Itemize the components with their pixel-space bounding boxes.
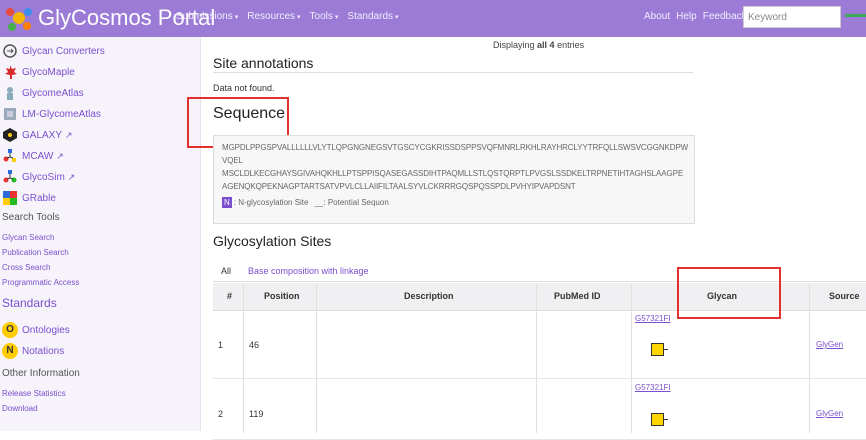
nav-submissions[interactable]: Submissions ▾ bbox=[176, 11, 238, 22]
nav-about[interactable]: About bbox=[644, 11, 670, 22]
source-link[interactable]: GlyGen bbox=[816, 409, 843, 418]
search-button-edge[interactable] bbox=[845, 14, 866, 17]
glycosim-icon bbox=[3, 170, 17, 183]
row-number: 2 bbox=[218, 409, 224, 419]
sequence-box: MGPDLPPGSPVALLLLLLVLYTLQPGNGNEGSVTGSCYCG… bbox=[213, 135, 695, 224]
n-site-badge: N bbox=[222, 197, 232, 208]
sidebar-item-glycomeatlas[interactable]: GlycomeAtlas bbox=[2, 85, 84, 101]
glycosmos-logo-icon[interactable] bbox=[4, 3, 34, 33]
sidebar-item-cross-search[interactable]: Cross Search bbox=[2, 263, 50, 272]
site-annotations-title: Site annotations bbox=[213, 55, 314, 71]
nav-standards[interactable]: Standards ▾ bbox=[347, 11, 398, 22]
atlas-icon bbox=[7, 87, 13, 100]
sidebar-item-lm-glycomeatlas[interactable]: LM-GlycomeAtlas bbox=[2, 106, 101, 122]
entries-count: Displaying all 4 entries bbox=[493, 40, 585, 50]
sidebar-item-glycomaple[interactable]: GlycoMaple bbox=[2, 64, 75, 80]
row-position: 119 bbox=[249, 409, 264, 419]
sidebar-item-programmatic-access[interactable]: Programmatic Access bbox=[2, 278, 79, 287]
sidebar-item-mcaw[interactable]: MCAW ↗ bbox=[2, 148, 64, 164]
sequence-legend: N : N-glycosylation Site __ : Potential … bbox=[222, 197, 389, 208]
potential-sequon-mark: __ bbox=[314, 198, 324, 207]
nav-resources[interactable]: Resources ▾ bbox=[247, 11, 300, 22]
sidebar-item-glycan-search[interactable]: Glycan Search bbox=[2, 233, 54, 242]
main-nav: Submissions ▾ Resources ▾ Tools ▾ Standards… bbox=[176, 11, 399, 22]
glycan-id-link[interactable]: G57321FI bbox=[635, 383, 671, 392]
highlight-box-glycan bbox=[677, 267, 781, 319]
table-row: 1 46 G57321FI GlyGen bbox=[213, 311, 866, 379]
sequence-line: MGPDLPPGSPVALLLLLLVLYTLQPGNGNEGSVTGSCYCG… bbox=[222, 143, 689, 165]
glycan-bond-icon bbox=[663, 419, 668, 420]
legend-site-label: : N-glycosylation Site bbox=[233, 198, 309, 207]
header-pubmed-id[interactable]: PubMed ID bbox=[554, 291, 601, 301]
sidebar-item-glycan-converters[interactable]: Glycan Converters bbox=[2, 43, 105, 59]
legend-potential-label: : Potential Sequon bbox=[323, 198, 389, 207]
caret-down-icon: ▾ bbox=[334, 14, 339, 21]
sidebar-item-grable[interactable]: GRable bbox=[2, 190, 56, 206]
grable-icon bbox=[3, 191, 17, 205]
glycosylation-sites-title: Glycosylation Sites bbox=[213, 233, 332, 249]
header-number[interactable]: # bbox=[227, 291, 232, 301]
source-link[interactable]: GlyGen bbox=[816, 340, 843, 349]
header-position[interactable]: Position bbox=[264, 291, 300, 301]
sidebar: Glycan Converters GlycoMaple GlycomeAtla… bbox=[0, 37, 201, 431]
caret-down-icon: ▾ bbox=[395, 14, 399, 21]
galaxy-icon bbox=[3, 128, 17, 142]
standards-heading: Standards bbox=[2, 296, 57, 310]
nav-help[interactable]: Help bbox=[676, 11, 697, 22]
sequence-text: MGPDLPPGSPVALLLLLLVLYTLQPGNGNEGSVTGSCYCG… bbox=[222, 141, 692, 193]
external-link-icon: ↗ bbox=[56, 150, 64, 161]
sidebar-item-notations[interactable]: N Notations bbox=[2, 343, 64, 359]
lm-atlas-icon bbox=[4, 108, 16, 120]
tab-all[interactable]: All bbox=[221, 266, 231, 276]
nav-tools[interactable]: Tools ▾ bbox=[310, 11, 339, 22]
header-source[interactable]: Source bbox=[829, 291, 860, 301]
caret-down-icon: ▾ bbox=[234, 14, 239, 21]
tab-base-composition[interactable]: Base composition with linkage bbox=[248, 266, 369, 276]
row-position: 46 bbox=[249, 340, 260, 350]
other-information-heading: Other Information bbox=[2, 368, 80, 379]
caret-down-icon: ▾ bbox=[297, 14, 301, 21]
sequence-line: MSCLDLKECGHAYSGIVAHQKHLLPTSPPISQASEGASSD… bbox=[222, 169, 684, 178]
row-number: 1 bbox=[218, 340, 224, 350]
sidebar-item-publication-search[interactable]: Publication Search bbox=[2, 248, 69, 257]
glycan-id-link[interactable]: G57321FI bbox=[635, 314, 671, 323]
mcaw-icon bbox=[3, 149, 16, 162]
sidebar-item-ontologies[interactable]: O Ontologies bbox=[2, 322, 70, 338]
divider bbox=[213, 72, 693, 73]
sidebar-item-download[interactable]: Download bbox=[2, 404, 38, 413]
keyword-search-input[interactable] bbox=[743, 6, 841, 28]
converter-icon bbox=[3, 44, 17, 58]
search-tools-heading: Search Tools bbox=[2, 212, 60, 223]
sequence-line: AGENQKQPEKNAGPTARTSATVPVLCLLAIIFILTAALSY… bbox=[222, 182, 576, 191]
sidebar-item-release-statistics[interactable]: Release Statistics bbox=[2, 389, 66, 398]
sidebar-item-galaxy[interactable]: GALAXY ↗ bbox=[2, 127, 73, 143]
no-data-message: Data not found. bbox=[213, 83, 275, 93]
top-navbar: GlyCosmos Portal Submissions ▾ Resources ▾… bbox=[0, 0, 866, 37]
notations-badge-icon: N bbox=[2, 343, 18, 359]
nav-right-links: About Help Feedback bbox=[644, 11, 747, 22]
external-link-icon: ↗ bbox=[67, 171, 76, 182]
nav-feedback[interactable]: Feedback bbox=[703, 11, 747, 22]
ontologies-badge-icon: O bbox=[2, 322, 18, 338]
main-content: Displaying all 4 entries Site annotation… bbox=[187, 37, 866, 440]
external-link-icon: ↗ bbox=[65, 129, 73, 140]
sidebar-item-glycosim[interactable]: GlycoSim ↗ bbox=[2, 169, 75, 185]
maple-leaf-icon bbox=[5, 65, 17, 79]
header-description[interactable]: Description bbox=[404, 291, 454, 301]
glycan-bond-icon bbox=[663, 349, 668, 350]
